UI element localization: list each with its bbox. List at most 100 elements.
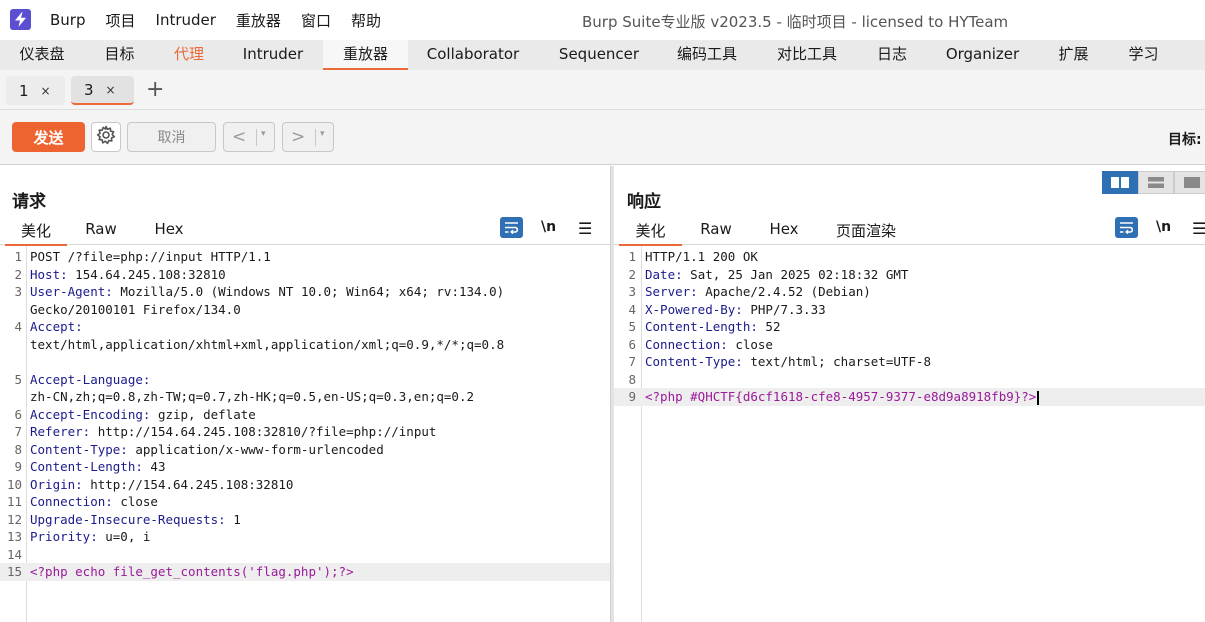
close-icon[interactable]: ×: [41, 84, 51, 98]
text-wrap-icon[interactable]: [500, 217, 523, 238]
line-number: 6: [14, 406, 22, 422]
tab-pretty[interactable]: 美化: [5, 220, 67, 246]
response-line: 7 Content-Type: text/html; charset=UTF-8: [614, 353, 1205, 371]
header-name: Date:: [645, 266, 683, 282]
history-back-button[interactable]: < ▾: [223, 122, 275, 152]
tab-intruder[interactable]: Intruder: [223, 40, 323, 70]
tab-raw[interactable]: Raw: [72, 220, 130, 245]
newline-toggle-icon[interactable]: \n: [1156, 219, 1171, 235]
request-line-text: Host: 154.64.245.108:32810: [30, 266, 226, 284]
text-wrap-icon[interactable]: [1115, 217, 1138, 238]
line-number: 15: [6, 564, 22, 579]
tab-dashboard[interactable]: 仪表盘: [0, 40, 84, 70]
request-line-text: Connection: close: [30, 493, 158, 511]
tab-target[interactable]: 目标: [84, 40, 155, 70]
hamburger-menu-icon[interactable]: ☰: [578, 219, 592, 238]
layout-single-icon[interactable]: [1174, 171, 1205, 194]
tab-proxy[interactable]: 代理: [155, 40, 223, 70]
layout-vertical-icon[interactable]: [1138, 171, 1174, 194]
request-line-text: Accept:: [30, 318, 83, 336]
response-line-text: X-Powered-By: PHP/7.3.33: [645, 301, 826, 319]
close-icon[interactable]: ×: [106, 83, 116, 97]
tab-organizer[interactable]: Organizer: [924, 40, 1041, 70]
history-forward-button[interactable]: > ▾: [282, 122, 334, 152]
request-line-text: Accept-Encoding: gzip, deflate: [30, 406, 256, 424]
separator: [256, 129, 257, 146]
tab-hex[interactable]: Hex: [140, 220, 198, 245]
menu-intruder[interactable]: Intruder: [156, 11, 216, 29]
newline-toggle-icon[interactable]: \n: [541, 219, 556, 235]
send-button[interactable]: 发送: [12, 122, 85, 152]
menu-repeater[interactable]: 重放器: [236, 10, 281, 31]
line-number: 2: [14, 266, 22, 282]
cancel-button[interactable]: 取消: [127, 122, 216, 152]
header-name: Accept:: [30, 319, 83, 334]
line-value: close: [112, 494, 158, 509]
line-value: text/html,application/xhtml+xml,applicat…: [30, 336, 505, 352]
request-line: 9 Content-Length: 43: [0, 458, 610, 476]
line-number: 9: [14, 459, 22, 474]
line-number: 9: [628, 389, 636, 404]
line-value: 154.64.245.108:32810: [67, 266, 226, 282]
request-line: 12 Upgrade-Insecure-Requests: 1: [0, 511, 610, 529]
header-name: Connection:: [30, 494, 113, 509]
tab-render[interactable]: 页面渲染: [826, 220, 906, 245]
request-line-text: Gecko/20100101 Firefox/134.0: [30, 301, 241, 319]
tab-decoder[interactable]: 编码工具: [660, 40, 754, 70]
tab-raw[interactable]: Raw: [688, 220, 744, 245]
response-line: 9 <?php #QHCTF{d6cf1618-cfe8-4957-9377-e8…: [614, 388, 1205, 406]
menu-burp[interactable]: Burp: [50, 11, 86, 29]
repeater-tab-3[interactable]: 3 ×: [71, 76, 134, 105]
dropdown-arrow-icon[interactable]: ▾: [320, 129, 325, 139]
hamburger-menu-icon[interactable]: ☰: [1192, 219, 1205, 238]
request-line-text: Upgrade-Insecure-Requests: 1: [30, 511, 241, 529]
menu-window[interactable]: 窗口: [301, 10, 331, 31]
line-value: Apache/2.4.52 (Debian): [697, 284, 871, 299]
tab-extensions[interactable]: 扩展: [1041, 40, 1106, 70]
line-value: Gecko/20100101 Firefox/134.0: [30, 301, 241, 317]
response-line: 5 Content-Length: 52: [614, 318, 1205, 336]
tab-repeater[interactable]: 重放器: [323, 40, 408, 70]
header-name: Server:: [645, 284, 698, 299]
request-editor[interactable]: 1 POST /?file=php://input HTTP/1.1 2 Host: …: [0, 246, 610, 622]
response-line-text: Connection: close: [645, 336, 773, 354]
tab-comparer[interactable]: 对比工具: [754, 40, 860, 70]
response-editor[interactable]: 1 HTTP/1.1 200 OK 2 Date: Sat, 25 Jan 2025 …: [614, 246, 1205, 622]
request-line-text: Content-Type: application/x-www-form-url…: [30, 441, 384, 459]
line-value: 1: [225, 511, 241, 527]
target-label: 目标:: [1168, 132, 1202, 148]
tab-collaborator[interactable]: Collaborator: [408, 40, 538, 70]
header-name: Connection:: [645, 336, 728, 352]
tab-logger[interactable]: 日志: [860, 40, 924, 70]
request-line: Gecko/20100101 Firefox/134.0: [0, 301, 610, 319]
menu-help[interactable]: 帮助: [351, 10, 381, 31]
request-line-text: text/html,application/xhtml+xml,applicat…: [30, 336, 504, 354]
menu-project[interactable]: 项目: [106, 10, 136, 31]
line-number: 12: [6, 511, 22, 527]
tab-learn[interactable]: 学习: [1106, 40, 1181, 70]
dropdown-arrow-icon[interactable]: ▾: [261, 129, 266, 139]
line-value: zh-CN,zh;q=0.8,zh-TW;q=0.7,zh-HK;q=0.5,e…: [30, 389, 475, 404]
request-line: [0, 353, 610, 371]
response-line: 6 Connection: close: [614, 336, 1205, 354]
tab-pretty[interactable]: 美化: [619, 220, 682, 246]
line-number: 6: [628, 336, 636, 352]
line-number: 1: [628, 249, 636, 264]
line-value: 52: [757, 319, 781, 334]
add-tab-icon[interactable]: +: [146, 79, 164, 101]
line-value: Sat, 25 Jan 2025 02:18:32 GMT: [682, 266, 909, 282]
repeater-tab-1[interactable]: 1 ×: [6, 76, 65, 105]
line-value: close: [727, 336, 773, 352]
window-title: Burp Suite专业版 v2023.5 - 临时项目 - licensed …: [582, 13, 1009, 31]
request-line: 5 Accept-Language:: [0, 371, 610, 389]
request-line: 14: [0, 546, 610, 564]
line-value: Mozilla/5.0 (Windows NT 10.0; Win64; x64…: [112, 284, 505, 299]
response-title: 响应: [627, 192, 661, 212]
request-line-text: Origin: http://154.64.245.108:32810: [30, 476, 293, 494]
settings-button[interactable]: [91, 122, 121, 152]
line-value: POST /?file=php://input HTTP/1.1: [30, 249, 271, 264]
tab-sequencer[interactable]: Sequencer: [538, 40, 660, 70]
tab-hex[interactable]: Hex: [756, 220, 812, 245]
line-number: 11: [6, 494, 22, 509]
layout-horizontal-icon[interactable]: [1102, 171, 1138, 194]
